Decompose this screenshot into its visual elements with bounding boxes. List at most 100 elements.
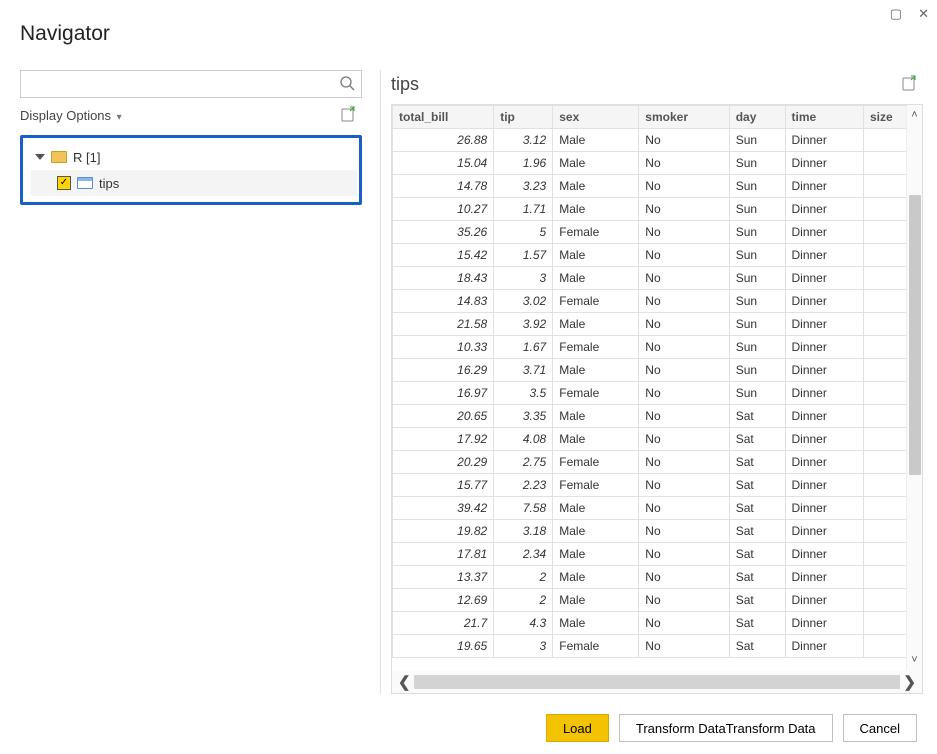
cell: 2 xyxy=(494,566,553,589)
table-row[interactable]: 14.783.23MaleNoSunDinner xyxy=(393,175,922,198)
cell: Male xyxy=(553,152,639,175)
cell: Sat xyxy=(729,520,785,543)
column-header[interactable]: smoker xyxy=(639,106,729,129)
cell: 3.18 xyxy=(494,520,553,543)
cell: Sun xyxy=(729,290,785,313)
table-row[interactable]: 15.772.23FemaleNoSatDinner xyxy=(393,474,922,497)
cell: Male xyxy=(553,566,639,589)
cell: Dinner xyxy=(785,382,864,405)
table-row[interactable]: 17.812.34MaleNoSatDinner xyxy=(393,543,922,566)
table-row[interactable]: 35.265FemaleNoSunDinner xyxy=(393,221,922,244)
cell: Dinner xyxy=(785,244,864,267)
cell: 4.08 xyxy=(494,428,553,451)
cell: 2.34 xyxy=(494,543,553,566)
table-row[interactable]: 21.74.3MaleNoSatDinner xyxy=(393,612,922,635)
cell: No xyxy=(639,244,729,267)
cell: 1.96 xyxy=(494,152,553,175)
table-row[interactable]: 26.883.12MaleNoSunDinner xyxy=(393,129,922,152)
table-row[interactable]: 19.653FemaleNoSatDinner xyxy=(393,635,922,658)
cell: Sat xyxy=(729,589,785,612)
cell: 10.27 xyxy=(393,198,494,221)
cell: No xyxy=(639,543,729,566)
cancel-button[interactable]: Cancel xyxy=(843,714,917,742)
column-header[interactable]: day xyxy=(729,106,785,129)
column-header[interactable]: tip xyxy=(494,106,553,129)
cell: 16.29 xyxy=(393,359,494,382)
cell: Dinner xyxy=(785,428,864,451)
table-row[interactable]: 12.692MaleNoSatDinner xyxy=(393,589,922,612)
cell: 3.5 xyxy=(494,382,553,405)
table-row[interactable]: 15.421.57MaleNoSunDinner xyxy=(393,244,922,267)
table-row[interactable]: 16.973.5FemaleNoSunDinner xyxy=(393,382,922,405)
cell: No xyxy=(639,612,729,635)
cell: Dinner xyxy=(785,520,864,543)
cell: Male xyxy=(553,405,639,428)
close-icon[interactable]: ✕ xyxy=(918,6,929,22)
scroll-up-icon[interactable]: ˄ xyxy=(911,109,917,121)
table-row[interactable]: 18.433MaleNoSunDinner xyxy=(393,267,922,290)
expand-caret-icon[interactable] xyxy=(35,154,45,160)
cell: 19.65 xyxy=(393,635,494,658)
search-icon[interactable] xyxy=(339,75,355,94)
load-button[interactable]: Load xyxy=(546,714,609,742)
column-header[interactable]: sex xyxy=(553,106,639,129)
cell: 15.42 xyxy=(393,244,494,267)
transform-data-button[interactable]: Transform DataTransform Data xyxy=(619,714,833,742)
cell: Male xyxy=(553,313,639,336)
cell: No xyxy=(639,290,729,313)
cell: Dinner xyxy=(785,129,864,152)
cell: No xyxy=(639,474,729,497)
table-row[interactable]: 17.924.08MaleNoSatDinner xyxy=(393,428,922,451)
preview-refresh-icon[interactable] xyxy=(901,75,923,94)
scroll-down-icon[interactable]: ˅ xyxy=(911,654,917,666)
search-container[interactable] xyxy=(20,70,362,98)
table-row[interactable]: 20.653.35MaleNoSatDinner xyxy=(393,405,922,428)
cell: Dinner xyxy=(785,152,864,175)
cell: Female xyxy=(553,221,639,244)
preview-table: total_billtipsexsmokerdaytimesize 26.883… xyxy=(392,105,922,658)
table-row[interactable]: 20.292.75FemaleNoSatDinner xyxy=(393,451,922,474)
cell: Female xyxy=(553,336,639,359)
table-row[interactable]: 39.427.58MaleNoSatDinner xyxy=(393,497,922,520)
cell: 20.29 xyxy=(393,451,494,474)
column-header[interactable]: total_bill xyxy=(393,106,494,129)
vertical-scrollbar[interactable]: ˄ ˅ xyxy=(906,105,922,670)
cell: 3.12 xyxy=(494,129,553,152)
cell: No xyxy=(639,635,729,658)
horizontal-scrollbar[interactable]: ❮ ❯ xyxy=(391,670,923,694)
cell: 18.43 xyxy=(393,267,494,290)
cell: Dinner xyxy=(785,313,864,336)
cell: 2 xyxy=(494,589,553,612)
scroll-right-icon[interactable]: ❯ xyxy=(903,673,916,691)
table-row[interactable]: 15.041.96MaleNoSunDinner xyxy=(393,152,922,175)
table-row[interactable]: 19.823.18MaleNoSatDinner xyxy=(393,520,922,543)
cell: 26.88 xyxy=(393,129,494,152)
cell: 14.83 xyxy=(393,290,494,313)
cell: 3 xyxy=(494,267,553,290)
display-options-label: Display Options xyxy=(20,108,111,123)
cell: 13.37 xyxy=(393,566,494,589)
table-row[interactable]: 14.833.02FemaleNoSunDinner xyxy=(393,290,922,313)
table-row[interactable]: 13.372MaleNoSatDinner xyxy=(393,566,922,589)
refresh-icon[interactable] xyxy=(340,106,362,125)
table-row[interactable]: 16.293.71MaleNoSunDinner xyxy=(393,359,922,382)
scroll-thumb[interactable] xyxy=(909,195,921,475)
search-input[interactable] xyxy=(21,71,339,97)
chevron-down-icon: ▾ xyxy=(117,112,122,123)
cell: 21.58 xyxy=(393,313,494,336)
tree-item-tips[interactable]: ✓ tips xyxy=(31,170,357,196)
scroll-thumb-horizontal[interactable] xyxy=(414,675,900,689)
cell: 3.92 xyxy=(494,313,553,336)
vertical-divider xyxy=(380,70,381,694)
column-header[interactable]: time xyxy=(785,106,864,129)
tree-folder-r[interactable]: R [1] xyxy=(31,144,357,170)
maximize-icon[interactable]: ▢ xyxy=(890,6,902,22)
cell: Female xyxy=(553,474,639,497)
table-row[interactable]: 10.331.67FemaleNoSunDinner xyxy=(393,336,922,359)
table-row[interactable]: 10.271.71MaleNoSunDinner xyxy=(393,198,922,221)
scroll-left-icon[interactable]: ❮ xyxy=(398,673,411,691)
display-options-dropdown[interactable]: Display Options ▾ xyxy=(20,108,122,123)
cell: No xyxy=(639,405,729,428)
table-row[interactable]: 21.583.92MaleNoSunDinner xyxy=(393,313,922,336)
checkbox-checked-icon[interactable]: ✓ xyxy=(57,176,71,190)
